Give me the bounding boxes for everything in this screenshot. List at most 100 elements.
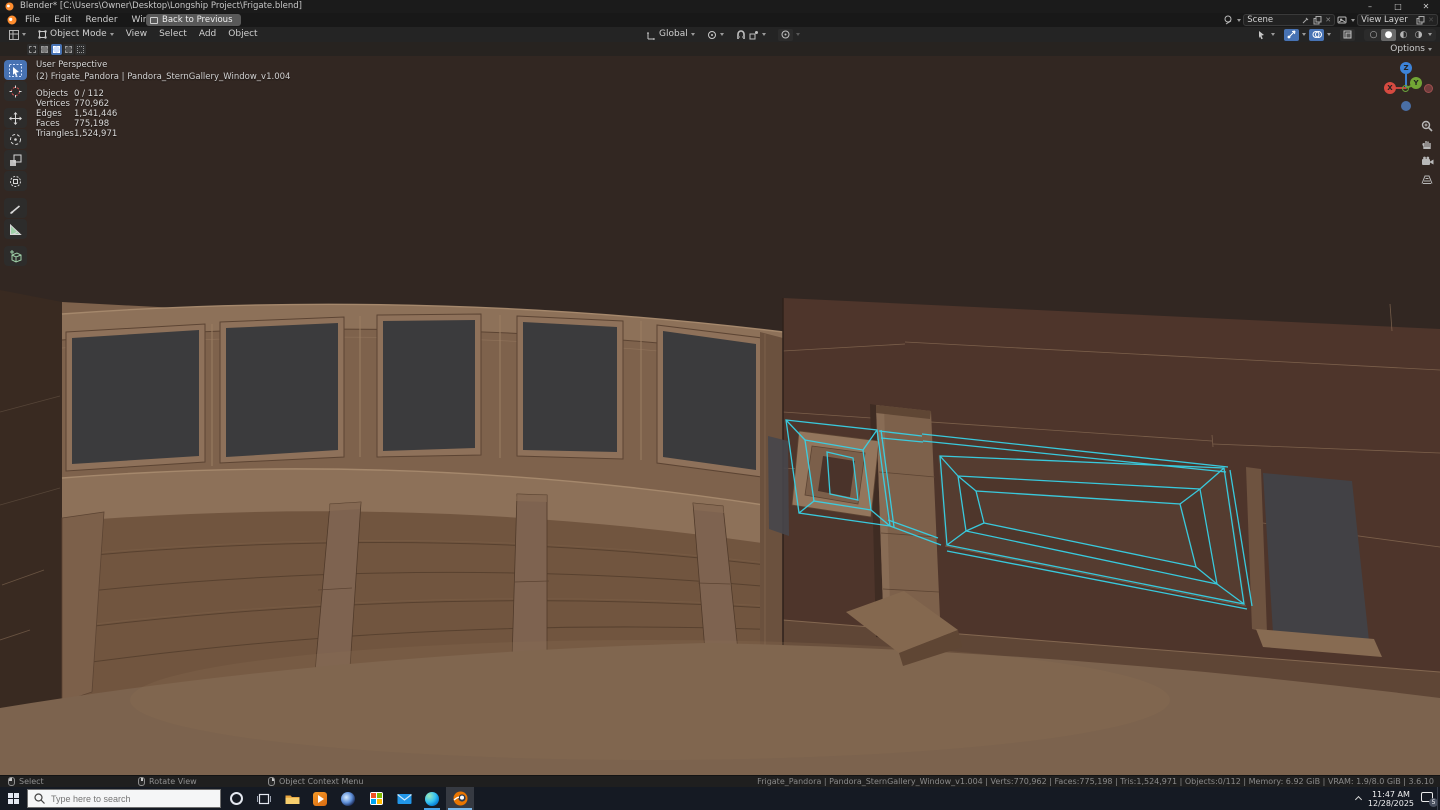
snap-target-icon[interactable] [749,30,759,40]
tool-transform[interactable] [4,171,27,191]
shading-rendered[interactable]: ◑ [1411,29,1426,41]
view-layer-browse-icon[interactable] [1337,15,1349,25]
overlays-toggle[interactable] [1309,29,1324,41]
scene-statistics: Frigate_Pandora | Pandora_SternGallery_W… [757,776,1434,787]
gizmo-y-axis[interactable]: Y [1410,77,1422,89]
tool-rotate[interactable] [4,129,27,149]
shading-caret[interactable] [1428,33,1432,36]
gizmo-x-axis[interactable]: X [1384,82,1396,94]
blender-statusbar: Select Rotate View Object Context Menu F… [0,775,1440,787]
maximize-button[interactable]: □ [1384,0,1412,13]
overlays-caret[interactable] [1327,33,1331,36]
menu-object[interactable]: Object [223,27,262,42]
pivot-caret[interactable] [720,33,724,36]
zoom-icon[interactable] [1419,118,1435,133]
gallery-windows [66,314,762,477]
cortana-icon[interactable] [222,787,250,810]
menu-file[interactable]: File [18,13,47,27]
topbar-right: Scene ✕ View Layer ✕ [1223,14,1438,26]
remove-view-layer-icon[interactable]: ✕ [1428,13,1434,27]
select-mode-subtract[interactable] [51,44,62,55]
gizmos-caret[interactable] [1302,33,1306,36]
show-object-types-icon[interactable] [1257,30,1268,40]
view-layer-selector[interactable]: View Layer ✕ [1357,14,1438,26]
navigation-gizmo[interactable]: Z X Y [1378,58,1438,116]
select-mode-extend[interactable] [39,44,50,55]
object-types-caret[interactable] [1271,33,1275,36]
blender-app-icon[interactable] [7,15,17,25]
pan-hand-icon[interactable] [1419,136,1435,151]
system-tray: 11:47 AM 12/28/2025 5 [1356,787,1436,810]
orientation-dropdown[interactable]: Global [659,27,688,42]
taskbar-search[interactable] [27,789,221,808]
view-perspective-label: User Perspective [36,60,290,70]
tool-annotate[interactable] [4,198,27,218]
action-center-icon[interactable]: 5 [1421,791,1436,806]
back-to-previous-button[interactable]: Back to Previous [146,14,241,26]
microsoft-store-icon[interactable] [362,787,390,810]
scene-selector[interactable]: Scene ✕ [1243,14,1335,26]
tool-scale[interactable] [4,150,27,170]
search-input[interactable] [51,794,201,804]
tool-measure[interactable] [4,219,27,239]
camera-view-icon[interactable] [1419,154,1435,169]
gizmo-neg-y[interactable] [1402,85,1409,92]
options-dropdown[interactable]: Options [1390,42,1432,56]
proportional-editing-toggle[interactable] [778,29,793,41]
menu-render[interactable]: Render [79,13,125,27]
tray-chevron-icon[interactable] [1355,796,1362,803]
pin-icon[interactable] [1302,16,1310,24]
media-player-icon[interactable] [306,787,334,810]
globe-app-icon[interactable] [334,787,362,810]
menu-add[interactable]: Add [194,27,221,42]
close-button[interactable]: ✕ [1412,0,1440,13]
gizmos-toggle[interactable] [1284,29,1299,41]
start-button[interactable] [0,787,27,810]
menu-edit[interactable]: Edit [47,13,78,27]
unlink-scene-icon[interactable]: ✕ [1325,13,1331,27]
tool-add-cube[interactable] [4,246,27,266]
edge-icon[interactable] [418,787,446,810]
mail-icon[interactable] [390,787,418,810]
xray-toggle[interactable] [1340,29,1355,41]
tool-cursor[interactable] [4,81,27,101]
shading-wireframe[interactable]: ○ [1366,29,1381,41]
scene-browse-icon[interactable] [1223,15,1235,25]
snap-magnet-icon[interactable] [736,30,746,40]
new-view-layer-icon[interactable] [1416,16,1425,25]
object-mode-icon [38,30,47,39]
gizmo-neg-z[interactable] [1401,101,1411,111]
file-explorer-icon[interactable] [278,787,306,810]
tool-move[interactable] [4,108,27,128]
select-mode-intersect[interactable] [75,44,86,55]
falloff-caret[interactable] [796,33,800,36]
menubar: File Edit Render Window Help Back to Pre… [0,13,1440,27]
blender-taskbar-icon[interactable] [446,787,474,810]
minimize-button[interactable]: – [1356,0,1384,13]
new-scene-icon[interactable] [1313,16,1322,25]
tool-select-box[interactable] [4,60,27,80]
scene-browse-caret[interactable] [1237,19,1241,22]
clock[interactable]: 11:47 AM 12/28/2025 [1368,790,1414,808]
gizmo-neg-x[interactable] [1424,84,1433,93]
editor-type-button[interactable] [4,27,31,42]
task-view-icon[interactable] [250,787,278,810]
menu-select[interactable]: Select [154,27,192,42]
tool-settings-bar: Options [0,42,1440,56]
titlebar: Blender* [C:\Users\Owner\Desktop\Longshi… [0,0,1440,13]
pivot-point-icon[interactable] [707,30,717,40]
shading-solid[interactable]: ● [1381,29,1396,41]
gizmo-z-axis[interactable]: Z [1400,62,1412,74]
perspective-ortho-icon[interactable] [1419,172,1435,187]
scene-name: Scene [1247,13,1299,27]
shading-material[interactable]: ◐ [1396,29,1411,41]
select-mode-invert[interactable] [63,44,74,55]
orientation-caret[interactable] [691,33,695,36]
mode-dropdown[interactable]: Object Mode [33,27,119,42]
viewport-canvas[interactable]: User Perspective (2) Frigate_Pandora | P… [0,56,1440,775]
view-layer-browse-caret[interactable] [1351,19,1355,22]
select-mode-buttons [27,44,86,55]
menu-view[interactable]: View [121,27,152,42]
snap-caret[interactable] [762,33,766,36]
select-mode-set[interactable] [27,44,38,55]
